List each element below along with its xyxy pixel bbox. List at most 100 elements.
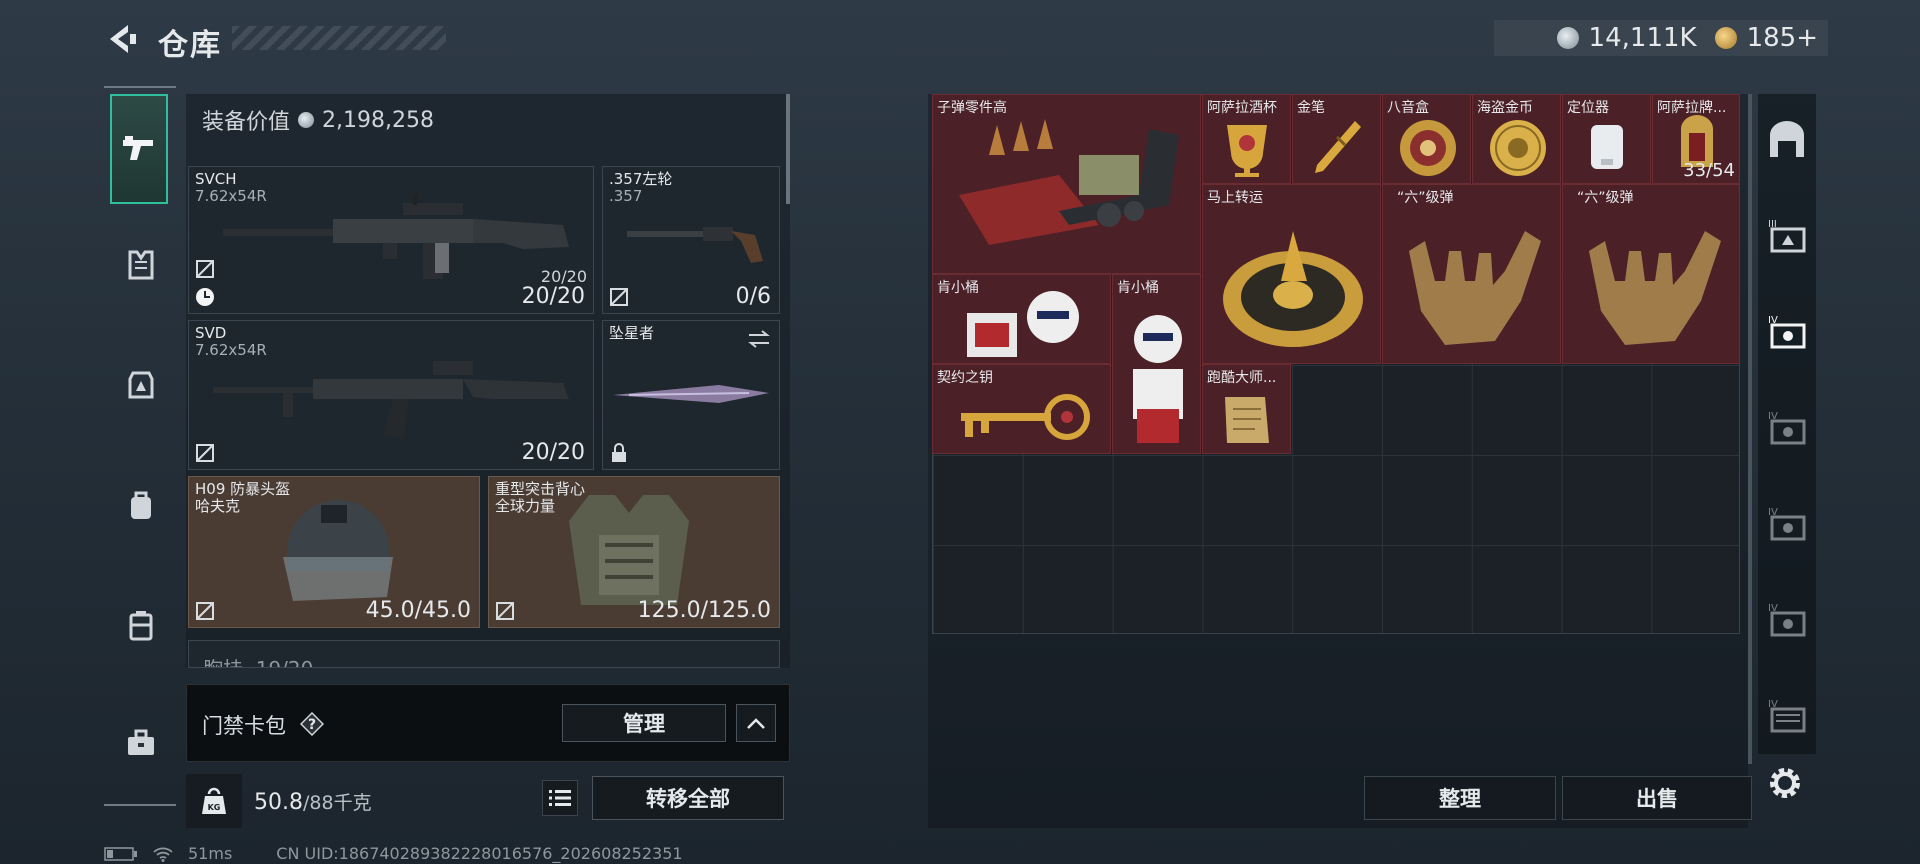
help-icon[interactable]: ?	[299, 711, 325, 737]
pistol-icon	[123, 136, 153, 160]
stash-item[interactable]: 契约之钥	[932, 364, 1111, 454]
stash-level-4-icon: IV	[1768, 507, 1806, 541]
currency-bar: 14,111K 185+	[1494, 20, 1828, 56]
item-name: 肯小桶	[1117, 280, 1159, 296]
tab-stash-7[interactable]: IV	[1764, 596, 1810, 642]
tab-case[interactable]	[112, 714, 170, 772]
figurine-image	[1133, 315, 1183, 443]
item-name: 阿萨拉牌...	[1657, 100, 1727, 116]
tab-container[interactable]	[112, 596, 170, 654]
tab-stash-3[interactable]: III	[1764, 212, 1810, 258]
warehouse-icon	[1770, 121, 1804, 157]
chevron-up-icon	[747, 718, 765, 729]
list-view-button[interactable]	[542, 780, 578, 816]
tab-weapons[interactable]	[110, 94, 168, 204]
equipment-scrollbar[interactable]	[786, 94, 790, 204]
stash-scrollbar[interactable]	[1748, 94, 1752, 764]
tab-backpack[interactable]	[112, 476, 170, 534]
weight-display: 50.8/88千克	[254, 788, 372, 815]
stash-item[interactable]: “六”级弹	[1382, 184, 1561, 364]
weapon-slot-secondary[interactable]: .357左轮 .357 0/6	[602, 166, 780, 314]
page-title: 仓库	[158, 28, 222, 63]
tab-stash-main[interactable]	[1764, 116, 1810, 162]
chest-rig-label: 胸挂 19/20	[203, 653, 313, 667]
figurine-image	[967, 291, 1079, 357]
music-box-image	[1400, 120, 1456, 176]
user-uid: CN UID:1867402893822280165​76_2026082523…	[276, 844, 683, 863]
weapon-name: SVD	[195, 324, 227, 342]
stash-item[interactable]: 马上转运	[1202, 184, 1381, 364]
hand-statue-image	[1589, 231, 1721, 345]
gold-amount[interactable]: 185+	[1747, 23, 1818, 53]
item-name: 跑酷大师...	[1207, 370, 1277, 386]
settings-gear-icon[interactable]	[1764, 762, 1806, 804]
tab-armor[interactable]	[112, 236, 170, 294]
svg-text:?: ?	[308, 717, 316, 733]
equipment-value: 装备价值 2,198,258	[202, 104, 434, 136]
stash-item[interactable]: 子弹零件高	[932, 94, 1201, 274]
weight-icon-label: KG	[208, 803, 221, 812]
container-icon	[129, 611, 153, 641]
ammo-parts-image	[959, 119, 1179, 245]
stash-item[interactable]: 八音盒	[1382, 94, 1471, 184]
card-bag-label: 门禁卡包	[202, 714, 286, 738]
chest-rig-icon	[128, 371, 154, 399]
weapon-slot-primary-2[interactable]: SVD 7.62x54R 20/20	[188, 320, 594, 470]
battery-icon	[104, 846, 137, 861]
melee-slot[interactable]: 坠星者	[602, 320, 780, 470]
stash-item[interactable]: 肯小桶	[932, 274, 1111, 364]
collapse-button[interactable]	[736, 704, 776, 742]
stash-item[interactable]: 定位器	[1562, 94, 1651, 184]
weapon-name: .357左轮	[609, 170, 673, 188]
tab-stash-4[interactable]: IV	[1764, 308, 1810, 354]
stash-level-4-icon: IV	[1768, 603, 1806, 637]
item-name: 马上转运	[1207, 190, 1263, 206]
manage-button[interactable]: 管理	[562, 704, 726, 742]
helmet-slot[interactable]: H09 防暴头盔 哈夫克 45.0/45.0	[188, 476, 480, 628]
stash-level-4-icon: IV	[1768, 411, 1806, 445]
stash-item[interactable]: 阿萨拉酒杯	[1202, 94, 1291, 184]
stash-item[interactable]: 阿萨拉牌... 33/54	[1652, 94, 1740, 184]
stash-level-4-icon: IV	[1768, 315, 1806, 349]
tab-chest-rig[interactable]	[112, 356, 170, 414]
sort-button[interactable]: 整理	[1364, 776, 1556, 820]
svd-rifle-image	[213, 361, 569, 439]
helmet-durability: 45.0/45.0	[365, 598, 471, 623]
swap-icon[interactable]	[747, 329, 771, 349]
stash-level-3-icon: III	[1768, 219, 1806, 253]
stash-item[interactable]: “六”级弹	[1562, 184, 1740, 364]
wifi-icon	[153, 847, 173, 862]
equipment-value-amount: 2,198,258	[322, 107, 434, 133]
knife-image	[613, 385, 769, 403]
weapon-name: SVCH	[195, 170, 237, 188]
sell-button[interactable]: 出售	[1562, 776, 1752, 820]
no-insure-icon	[610, 288, 628, 306]
tab-stash-6[interactable]: IV	[1764, 500, 1810, 546]
helmet-brand: 哈夫克	[195, 497, 241, 515]
ping: 51ms	[188, 844, 233, 863]
back-arrow-icon[interactable]	[104, 22, 138, 56]
stash-item[interactable]: 海盗金币	[1472, 94, 1561, 184]
chest-rig-slot[interactable]: 胸挂 19/20	[188, 640, 780, 668]
tab-stash-5[interactable]: IV	[1764, 404, 1810, 450]
revolver-image	[627, 227, 763, 263]
no-insure-icon	[196, 444, 214, 462]
stash-item[interactable]: 肯小桶	[1112, 274, 1201, 454]
weapon-slot-primary[interactable]: SVCH 7.62x54R 20/20 20/20	[188, 166, 594, 314]
equipment-value-label: 装备价值	[202, 110, 291, 135]
tab-stash-8[interactable]: IV	[1764, 692, 1810, 738]
body-armor-slot[interactable]: 重型突击背心 全球力量 125.0/125.0	[488, 476, 780, 628]
item-name: “六”级弹	[1397, 190, 1454, 206]
backpack-icon	[131, 491, 151, 519]
silver-coin-icon	[1556, 27, 1579, 49]
stash-item[interactable]: 金笔	[1292, 94, 1381, 184]
armor-durability: 125.0/125.0	[637, 598, 771, 623]
svch-rifle-image	[223, 195, 569, 279]
stash-item[interactable]: 跑酷大师...	[1202, 364, 1291, 454]
category-tabs	[104, 86, 176, 806]
briefcase-icon	[128, 729, 154, 755]
silver-coin-icon	[298, 112, 315, 128]
helmet-image	[283, 500, 393, 601]
transfer-all-button[interactable]: 转移全部	[592, 776, 784, 820]
no-insure-icon	[196, 602, 214, 620]
